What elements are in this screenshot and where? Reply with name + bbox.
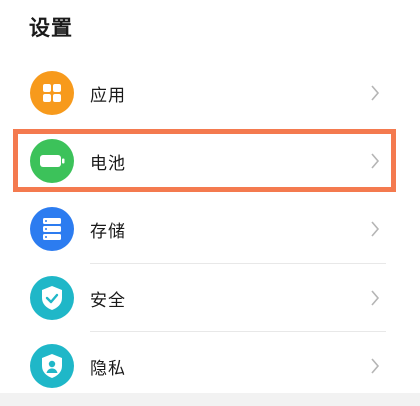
settings-item-label: 安全 (90, 291, 126, 311)
highlight-box (13, 129, 396, 192)
divider (90, 331, 386, 332)
settings-item-security[interactable]: 安全 (0, 265, 420, 331)
settings-item-label: 应用 (90, 86, 126, 106)
page-title: 设置 (29, 16, 73, 40)
settings-item-label: 存储 (90, 222, 126, 242)
chevron-right-icon (371, 221, 380, 237)
settings-item-label: 隐私 (90, 359, 126, 379)
privacy-icon (30, 344, 74, 388)
settings-item-apps[interactable]: 应用 (0, 60, 420, 126)
settings-page: 设置 应用 电池 存储 安全 隐私 (0, 0, 420, 406)
apps-icon (30, 71, 74, 115)
shield-check-icon (30, 276, 74, 320)
divider (90, 263, 386, 264)
chevron-right-icon (371, 85, 380, 101)
settings-item-storage[interactable]: 存储 (0, 196, 420, 262)
chevron-right-icon (371, 358, 380, 374)
settings-item-privacy[interactable]: 隐私 (0, 333, 420, 399)
bottom-strip (0, 393, 420, 406)
chevron-right-icon (371, 290, 380, 306)
storage-icon (30, 207, 74, 251)
